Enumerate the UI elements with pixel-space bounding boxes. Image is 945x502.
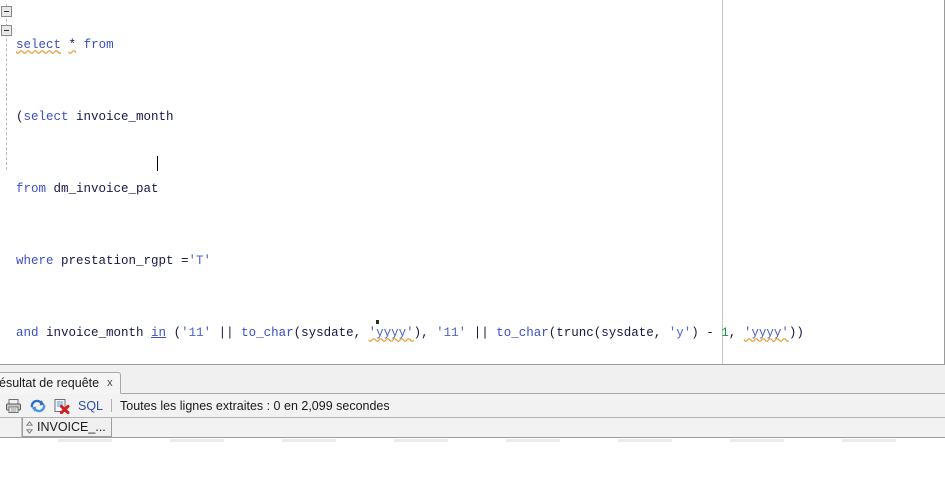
sql-code-text[interactable]: select * from (select invoice_month from… — [13, 0, 944, 364]
token-keyword-and: and — [16, 326, 39, 340]
toolbar-separator — [111, 399, 113, 412]
code-line-3[interactable]: from dm_invoice_pat — [13, 180, 944, 198]
fold-toggle-line-1[interactable] — [1, 6, 12, 17]
token-comma-b: , — [728, 326, 744, 340]
close-icon[interactable]: x — [107, 377, 113, 389]
sql-text-button[interactable]: SQL — [78, 399, 103, 413]
token-keyword-from-sub: from — [16, 182, 47, 196]
token-predicate-prestation-rgpt: prestation_rgpt = — [53, 254, 189, 268]
results-tab-strip: ésultat de requête x — [0, 372, 945, 394]
code-line-5[interactable]: and invoice_month in ('11' || to_char(sy… — [13, 324, 944, 342]
token-string-t: 'T' — [188, 254, 212, 268]
token-keyword-from: from — [83, 38, 114, 52]
token-open-paren: ( — [16, 110, 24, 124]
column-header-label: INVOICE_... — [37, 420, 106, 434]
token-concat-b: || — [466, 326, 497, 340]
token-arg-trunc-sysdate: (trunc(sysdate, — [548, 326, 669, 340]
token-string-11-b: '11' — [436, 326, 467, 340]
sql-developer-worksheet: select * from (select invoice_month from… — [0, 0, 945, 502]
token-table-dm-invoice-pat: dm_invoice_pat — [46, 182, 159, 196]
token-keyword-in: in — [151, 326, 167, 340]
tab-query-result-label: ésultat de requête — [0, 376, 100, 390]
grid-column-guides — [0, 439, 945, 442]
token-function-to-char-a: to_char — [241, 326, 294, 340]
token-format-yyyy-b: 'yyyy' — [743, 326, 789, 340]
token-column-invoice-month-2: invoice_month — [38, 326, 152, 340]
token-keyword-select: select — [16, 38, 62, 52]
code-line-4[interactable]: where prestation_rgpt ='T' — [13, 252, 944, 270]
token-arg-sysdate-a: (sysdate, — [293, 326, 369, 340]
cursor-artifact-dot — [376, 320, 379, 324]
results-toolbar: SQL Toutes les lignes extraites : 0 en 2… — [0, 394, 945, 418]
token-punct-a: ), — [413, 326, 437, 340]
sort-indicator-icon — [25, 420, 34, 434]
token-minus-op: ) - — [691, 326, 722, 340]
sql-editor-pane[interactable]: select * from (select invoice_month from… — [0, 0, 945, 365]
print-icon[interactable] — [3, 396, 24, 416]
column-header-invoice-month[interactable]: INVOICE_... — [22, 418, 112, 437]
token-keyword-where: where — [16, 254, 54, 268]
fetch-status-text: Toutes les lignes extraites : 0 en 2,099… — [120, 398, 390, 413]
token-column-invoice-month: invoice_month — [68, 110, 174, 124]
cancel-icon[interactable] — [51, 396, 72, 416]
token-close-parens: )) — [788, 326, 804, 340]
results-grid-body[interactable] — [0, 438, 945, 502]
code-line-2[interactable]: (select invoice_month — [13, 108, 944, 126]
token-star: * — [68, 38, 77, 52]
refresh-icon[interactable] — [27, 396, 48, 416]
token-paren-a: ( — [166, 326, 182, 340]
text-caret — [157, 156, 158, 171]
token-format-y: 'y' — [668, 326, 692, 340]
tab-query-result[interactable]: ésultat de requête x — [0, 372, 121, 394]
fold-toggle-line-2[interactable] — [1, 25, 12, 36]
token-keyword-select-sub: select — [23, 110, 69, 124]
code-line-1[interactable]: select * from — [13, 36, 944, 54]
token-string-11-a: '11' — [181, 326, 212, 340]
query-results-panel: ésultat de requête x SQL Toutes les lign… — [0, 372, 945, 502]
token-concat-a: || — [211, 326, 242, 340]
results-grid-header: INVOICE_... — [0, 418, 945, 438]
token-format-yyyy-a: 'yyyy' — [368, 326, 414, 340]
token-function-to-char-b: to_char — [496, 326, 549, 340]
editor-fold-gutter[interactable] — [0, 0, 13, 364]
grid-corner-cell — [0, 418, 22, 437]
token-number-1-a: 1 — [721, 326, 729, 340]
